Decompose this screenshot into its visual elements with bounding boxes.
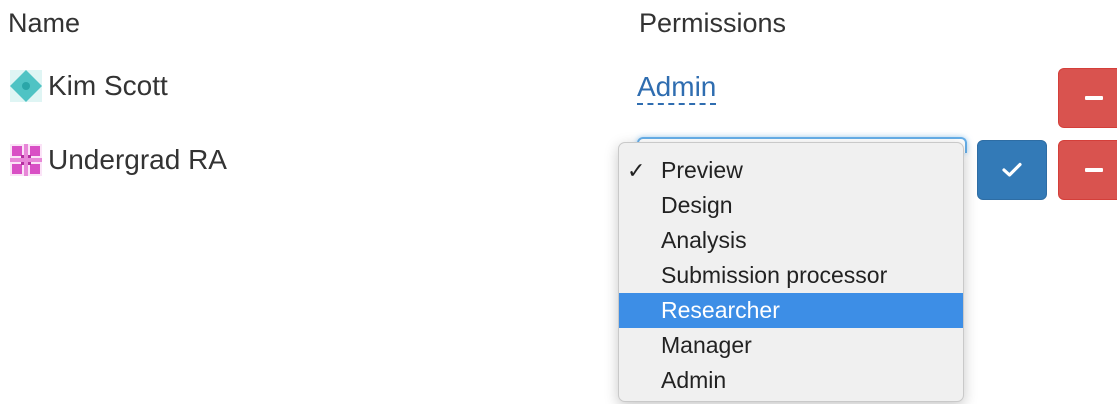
option-manager[interactable]: Manager	[619, 328, 963, 363]
minus-icon	[1085, 168, 1103, 172]
name-column-header: Name	[8, 8, 81, 38]
option-preview[interactable]: ✓ Preview	[619, 153, 963, 188]
permission-link[interactable]: Admin	[637, 72, 717, 105]
permissions-column-header: Permissions	[639, 8, 787, 38]
permission-dropdown-menu: ✓ Preview Design Analysis Submission pro…	[618, 142, 964, 402]
user-row-kim-scott: Kim Scott	[8, 68, 168, 104]
option-analysis[interactable]: Analysis	[619, 223, 963, 258]
remove-user-button[interactable]	[1058, 68, 1117, 128]
remove-user-button[interactable]	[1058, 140, 1117, 200]
option-design[interactable]: Design	[619, 188, 963, 223]
user-avatar-icon	[10, 144, 42, 176]
option-admin[interactable]: Admin	[619, 363, 963, 398]
option-researcher[interactable]: Researcher	[619, 293, 963, 328]
confirm-permission-button[interactable]	[977, 140, 1047, 200]
checkmark-icon: ✓	[627, 158, 646, 183]
option-label: Preview	[661, 157, 743, 183]
user-avatar-icon	[10, 70, 42, 102]
minus-icon	[1085, 96, 1103, 100]
user-name: Undergrad RA	[48, 144, 227, 175]
option-submission-processor[interactable]: Submission processor	[619, 258, 963, 293]
check-icon	[1002, 162, 1022, 177]
user-row-undergrad-ra: Undergrad RA	[8, 142, 227, 178]
user-name: Kim Scott	[48, 70, 168, 101]
